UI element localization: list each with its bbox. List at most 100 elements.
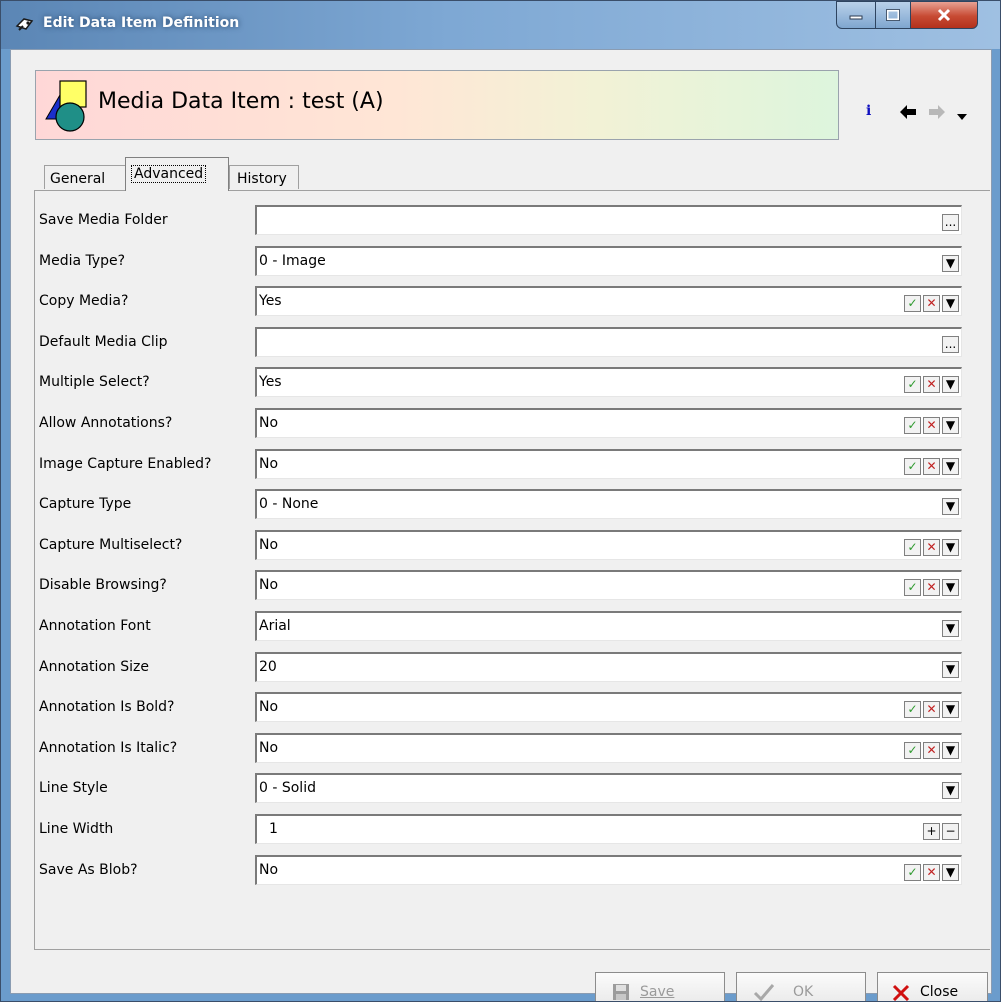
decrement-button[interactable]: −	[942, 823, 959, 840]
info-icon[interactable]: i	[866, 103, 871, 119]
label-copy-media: Copy Media?	[39, 293, 129, 310]
accept-button[interactable]: ✓	[904, 538, 921, 556]
dialog-client-area: Media Data Item : test (A) i General Adv…	[10, 49, 992, 1001]
dropdown-button[interactable]: ▼	[942, 457, 959, 475]
close-button[interactable]: Close	[877, 972, 988, 1001]
accept-button[interactable]: ✓	[904, 579, 921, 597]
reject-button[interactable]: ✕	[923, 741, 940, 759]
dropdown-button[interactable]: ▼	[942, 295, 959, 313]
field-annotation-font[interactable]: Arial ▼	[255, 611, 962, 641]
dropdown-button[interactable]: ▼	[942, 417, 959, 434]
dropdown-button[interactable]: ▼	[942, 498, 959, 516]
label-allow-annotations: Allow Annotations?	[39, 415, 173, 431]
maximize-icon	[886, 9, 900, 21]
field-line-width[interactable]: 1 + −	[255, 814, 962, 844]
label-save-media-folder: Save Media Folder	[39, 212, 168, 228]
dropdown-button[interactable]: ▼	[942, 376, 959, 394]
dropdown-button[interactable]: ▼	[942, 254, 959, 272]
field-value: No	[259, 577, 279, 594]
field-value: Yes	[259, 374, 282, 391]
title-bar[interactable]: Edit Data Item Definition	[1, 1, 1000, 49]
tab-advanced-label: Advanced	[131, 165, 207, 183]
save-button-label: Save	[640, 984, 675, 1000]
accept-button[interactable]: ✓	[904, 457, 921, 475]
field-value: No	[259, 536, 279, 553]
save-button[interactable]: Save	[595, 972, 725, 1001]
app-pencil-icon	[15, 18, 34, 31]
label-media-type: Media Type?	[39, 252, 126, 269]
field-value: No	[259, 861, 279, 878]
dropdown-button[interactable]: ▼	[942, 701, 959, 719]
reject-button[interactable]: ✕	[923, 295, 940, 313]
browse-button[interactable]: ...	[942, 335, 959, 353]
label-multiple-select: Multiple Select?	[39, 374, 150, 391]
field-disable-browsing[interactable]: No ✓ ✕ ▼	[255, 570, 962, 601]
field-value: 20	[259, 658, 277, 675]
reject-button[interactable]: ✕	[923, 538, 940, 556]
forward-arrow-icon[interactable]	[928, 104, 946, 120]
field-multiple-select[interactable]: Yes ✓ ✕ ▼	[255, 367, 962, 398]
browse-button[interactable]: ...	[942, 214, 959, 231]
dropdown-button[interactable]: ▼	[942, 579, 959, 597]
increment-button[interactable]: +	[923, 823, 940, 840]
dropdown-button[interactable]: ▼	[942, 620, 959, 637]
menu-dropdown-icon[interactable]	[956, 113, 968, 121]
field-copy-media[interactable]: Yes ✓ ✕ ▼	[255, 286, 962, 317]
label-annotation-is-italic: Annotation Is Italic?	[39, 739, 178, 756]
field-image-capture-enabled[interactable]: No ✓ ✕ ▼	[255, 448, 962, 479]
maximize-button[interactable]	[875, 1, 911, 29]
field-allow-annotations[interactable]: No ✓ ✕ ▼	[255, 408, 962, 438]
reject-button[interactable]: ✕	[923, 457, 940, 475]
reject-button[interactable]: ✕	[923, 579, 940, 597]
label-default-media-clip: Default Media Clip	[39, 333, 168, 350]
field-value: 1	[269, 821, 278, 837]
field-value: No	[259, 739, 279, 756]
tab-history[interactable]: History	[229, 165, 299, 189]
field-annotation-size[interactable]: 20 ▼	[255, 651, 962, 682]
back-arrow-icon[interactable]	[899, 104, 917, 120]
floppy-disk-icon	[613, 984, 629, 1000]
field-save-as-blob[interactable]: No ✓ ✕ ▼	[255, 854, 962, 885]
field-value: 0 - Solid	[259, 780, 316, 797]
reject-button[interactable]: ✕	[923, 376, 940, 394]
close-button-label: Close	[920, 984, 959, 1000]
accept-button[interactable]: ✓	[904, 295, 921, 313]
dropdown-button[interactable]: ▼	[942, 538, 959, 556]
accept-button[interactable]: ✓	[904, 376, 921, 394]
dropdown-button[interactable]: ▼	[942, 660, 959, 678]
dropdown-button[interactable]: ▼	[942, 863, 959, 881]
reject-button[interactable]: ✕	[923, 863, 940, 881]
tab-general[interactable]: General	[44, 165, 126, 189]
field-capture-type[interactable]: 0 - None ▼	[255, 489, 962, 520]
minimize-button[interactable]	[836, 1, 876, 29]
field-value: No	[259, 415, 279, 431]
accept-button[interactable]: ✓	[904, 701, 921, 719]
reject-button[interactable]: ✕	[923, 417, 940, 434]
media-shapes-icon	[45, 80, 87, 132]
ok-button-label: OK	[793, 984, 814, 1000]
field-save-media-folder[interactable]: ...	[255, 205, 962, 235]
dropdown-button[interactable]: ▼	[942, 782, 959, 800]
label-capture-multiselect: Capture Multiselect?	[39, 536, 183, 553]
dropdown-button[interactable]: ▼	[942, 741, 959, 759]
field-media-type[interactable]: 0 - Image ▼	[255, 245, 962, 276]
field-capture-multiselect[interactable]: No ✓ ✕ ▼	[255, 529, 962, 560]
tab-advanced[interactable]: Advanced	[125, 157, 229, 191]
close-x-icon	[892, 984, 910, 1001]
field-annotation-is-italic[interactable]: No ✓ ✕ ▼	[255, 732, 962, 763]
label-annotation-is-bold: Annotation Is Bold?	[39, 699, 175, 716]
minimize-icon	[849, 15, 863, 20]
window-close-button[interactable]	[910, 1, 978, 29]
ok-button[interactable]: OK	[736, 972, 866, 1001]
accept-button[interactable]: ✓	[904, 863, 921, 881]
header-panel: Media Data Item : test (A)	[35, 70, 839, 140]
field-annotation-is-bold[interactable]: No ✓ ✕ ▼	[255, 692, 962, 723]
field-value: 0 - Image	[259, 252, 326, 269]
accept-button[interactable]: ✓	[904, 417, 921, 434]
field-line-style[interactable]: 0 - Solid ▼	[255, 773, 962, 804]
reject-button[interactable]: ✕	[923, 701, 940, 719]
field-default-media-clip[interactable]: ...	[255, 326, 962, 357]
accept-button[interactable]: ✓	[904, 741, 921, 759]
label-disable-browsing: Disable Browsing?	[39, 577, 167, 594]
label-save-as-blob: Save As Blob?	[39, 861, 138, 878]
